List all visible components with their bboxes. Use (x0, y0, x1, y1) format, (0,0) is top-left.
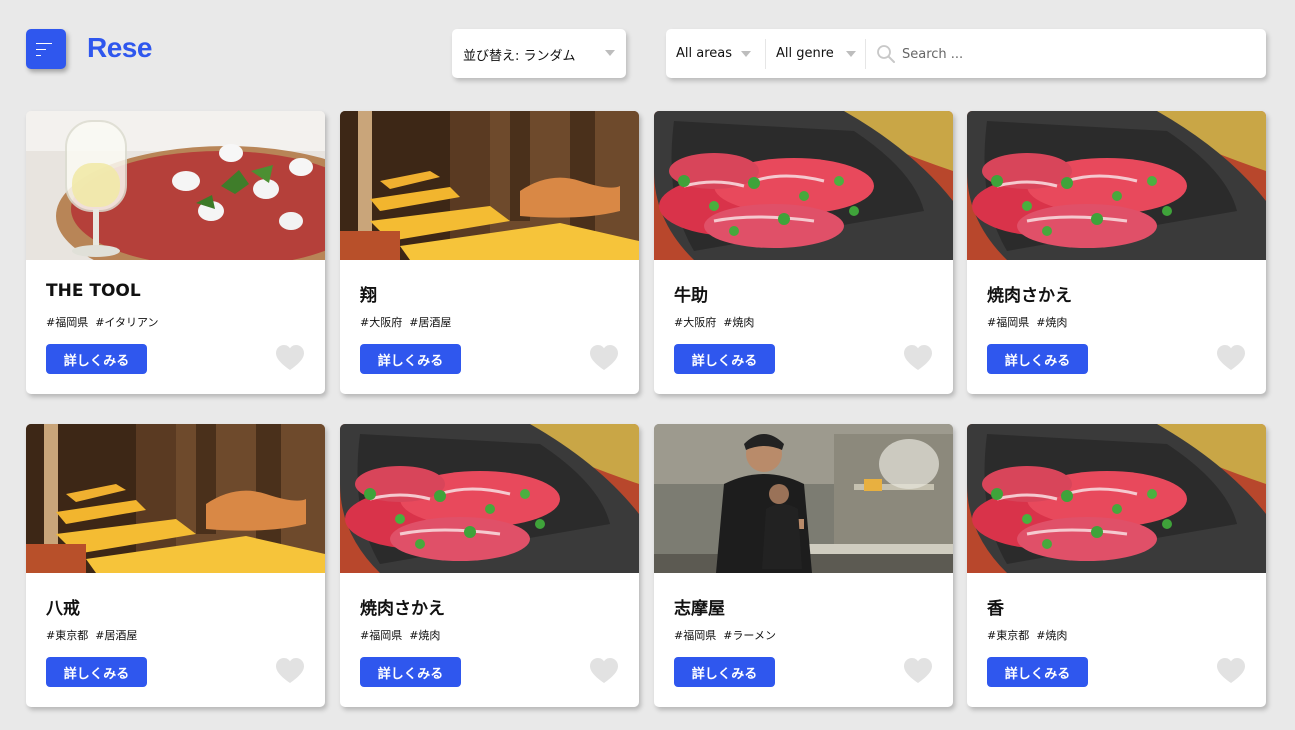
shop-photo (967, 111, 1266, 260)
search-input[interactable] (902, 41, 1252, 67)
shop-tags: #東京都 #焼肉 (987, 627, 1074, 643)
shop-photo (340, 111, 639, 260)
shop-card: 八戒 #東京都 #居酒屋 詳しくみる (26, 424, 325, 707)
search-bar: All areas All genre (666, 29, 1266, 78)
heart-icon[interactable] (1216, 657, 1246, 685)
heart-icon[interactable] (589, 657, 619, 685)
shop-tags: #福岡県 #ラーメン (674, 627, 783, 643)
area-tag: #福岡県 (987, 316, 1030, 329)
genre-tag: #ラーメン (723, 629, 776, 642)
menu-button[interactable] (26, 29, 66, 69)
detail-button[interactable]: 詳しくみる (674, 657, 775, 687)
heart-icon[interactable] (1216, 344, 1246, 372)
shop-image (654, 111, 953, 260)
detail-button[interactable]: 詳しくみる (46, 344, 147, 374)
shop-card: 翔 #大阪府 #居酒屋 詳しくみる (340, 111, 639, 394)
heart-icon[interactable] (275, 344, 305, 372)
genre-tag: #居酒屋 (95, 629, 138, 642)
sort-select-label: 並び替え: ランダム (463, 49, 576, 64)
detail-button[interactable]: 詳しくみる (360, 344, 461, 374)
shop-tags: #福岡県 #イタリアン (46, 314, 166, 330)
detail-button[interactable]: 詳しくみる (674, 344, 775, 374)
chevron-down-icon (846, 51, 856, 57)
genre-tag: #焼肉 (1036, 316, 1068, 329)
genre-select-value: All genre (776, 46, 834, 61)
area-tag: #大阪府 (360, 316, 403, 329)
shop-name: 志摩屋 (674, 599, 725, 619)
search-icon (877, 45, 895, 63)
heart-icon[interactable] (275, 657, 305, 685)
genre-tag: #焼肉 (409, 629, 441, 642)
heart-icon[interactable] (903, 657, 933, 685)
shop-name: 焼肉さかえ (987, 286, 1072, 306)
header: Rese 並び替え: ランダム All areas All genre (0, 0, 1295, 100)
shop-card: 志摩屋 #福岡県 #ラーメン 詳しくみる (654, 424, 953, 707)
area-tag: #福岡県 (360, 629, 403, 642)
shop-name: 翔 (360, 286, 377, 306)
area-select[interactable]: All areas (666, 29, 765, 78)
area-tag: #東京都 (46, 629, 89, 642)
shop-name: THE TOOL (46, 281, 141, 301)
shop-tags: #東京都 #居酒屋 (46, 627, 144, 643)
shop-photo (967, 424, 1266, 573)
shop-name: 焼肉さかえ (360, 599, 445, 619)
shop-name: 八戒 (46, 599, 80, 619)
shop-name: 牛助 (674, 286, 708, 306)
shop-card: 香 #東京都 #焼肉 詳しくみる (967, 424, 1266, 707)
chevron-down-icon (605, 50, 615, 56)
genre-tag: #居酒屋 (409, 316, 452, 329)
detail-button[interactable]: 詳しくみる (987, 344, 1088, 374)
shop-tags: #福岡県 #焼肉 (360, 627, 447, 643)
shop-photo (654, 424, 953, 573)
shop-image (26, 111, 325, 260)
area-tag: #大阪府 (674, 316, 717, 329)
menu-icon-line (36, 49, 46, 50)
sort-select[interactable]: 並び替え: ランダム (452, 29, 626, 78)
shop-image (967, 424, 1266, 573)
app-logo[interactable]: Rese (87, 32, 152, 64)
shop-card: 焼肉さかえ #福岡県 #焼肉 詳しくみる (340, 424, 639, 707)
area-tag: #福岡県 (674, 629, 717, 642)
genre-select[interactable]: All genre (766, 29, 865, 78)
shop-image (340, 111, 639, 260)
shop-card: THE TOOL #福岡県 #イタリアン 詳しくみる (26, 111, 325, 394)
detail-button[interactable]: 詳しくみる (987, 657, 1088, 687)
shop-photo (26, 111, 325, 260)
shop-tags: #大阪府 #焼肉 (674, 314, 761, 330)
menu-icon (36, 43, 52, 44)
shop-image (340, 424, 639, 573)
genre-tag: #焼肉 (723, 316, 755, 329)
shop-image (26, 424, 325, 573)
area-tag: #東京都 (987, 629, 1030, 642)
area-select-value: All areas (676, 46, 733, 61)
shop-card: 焼肉さかえ #福岡県 #焼肉 詳しくみる (967, 111, 1266, 394)
detail-button[interactable]: 詳しくみる (46, 657, 147, 687)
menu-icon-line (36, 55, 41, 56)
shop-image (654, 424, 953, 573)
heart-icon[interactable] (589, 344, 619, 372)
shop-photo (340, 424, 639, 573)
shop-photo (26, 424, 325, 573)
area-tag: #福岡県 (46, 316, 89, 329)
shop-tags: #大阪府 #居酒屋 (360, 314, 458, 330)
shop-tags: #福岡県 #焼肉 (987, 314, 1074, 330)
divider (865, 39, 866, 69)
chevron-down-icon (741, 51, 751, 57)
shop-image (967, 111, 1266, 260)
shop-photo (654, 111, 953, 260)
detail-button[interactable]: 詳しくみる (360, 657, 461, 687)
heart-icon[interactable] (903, 344, 933, 372)
shop-name: 香 (987, 599, 1004, 619)
shop-card: 牛助 #大阪府 #焼肉 詳しくみる (654, 111, 953, 394)
genre-tag: #イタリアン (95, 316, 159, 329)
genre-tag: #焼肉 (1036, 629, 1068, 642)
